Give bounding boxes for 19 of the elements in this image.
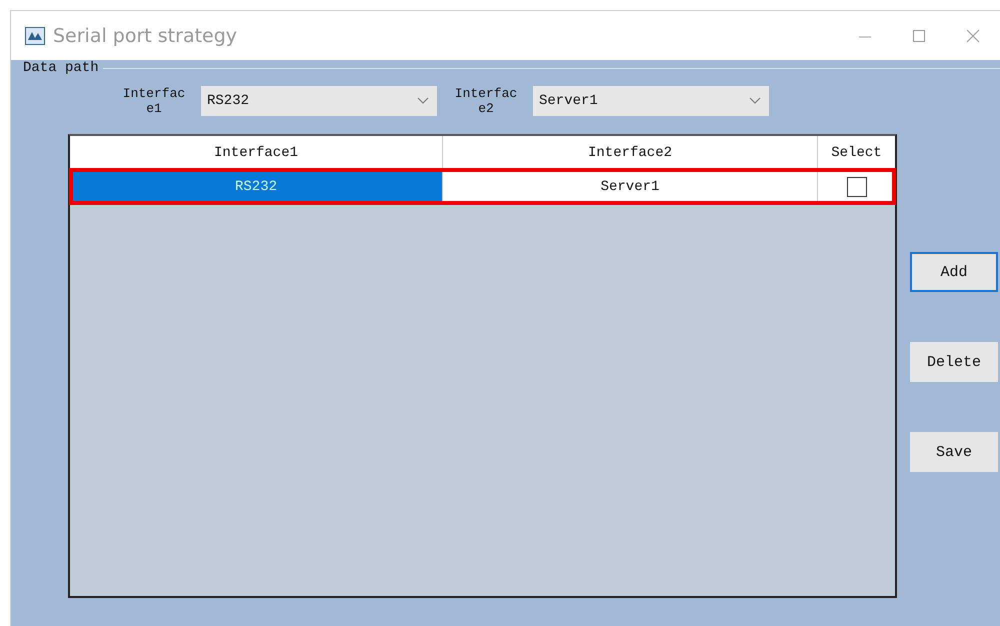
table-row[interactable]: RS232 Server1 bbox=[70, 169, 895, 204]
field-label: Interface2 bbox=[454, 86, 518, 116]
table-cell: RS232 bbox=[70, 169, 443, 204]
maximize-icon[interactable] bbox=[911, 28, 927, 44]
field-label: Interface1 bbox=[122, 86, 186, 116]
chevron-icon bbox=[749, 97, 761, 105]
table-cell: Server1 bbox=[443, 169, 818, 204]
chevron-icon bbox=[417, 97, 429, 105]
group-title: Data path bbox=[22, 60, 100, 76]
checkbox[interactable] bbox=[846, 176, 866, 196]
column-header: Select bbox=[830, 144, 883, 162]
action-button[interactable]: Delete bbox=[910, 342, 998, 382]
action-button[interactable]: Add bbox=[910, 252, 998, 292]
dropdown[interactable]: RS232 bbox=[201, 86, 437, 116]
dropdown[interactable]: Server1 bbox=[533, 86, 769, 116]
window-title: Serial port strategy bbox=[53, 24, 238, 46]
action-button[interactable]: Save bbox=[910, 432, 998, 472]
close-icon[interactable] bbox=[965, 28, 981, 44]
app-icon bbox=[25, 26, 45, 44]
